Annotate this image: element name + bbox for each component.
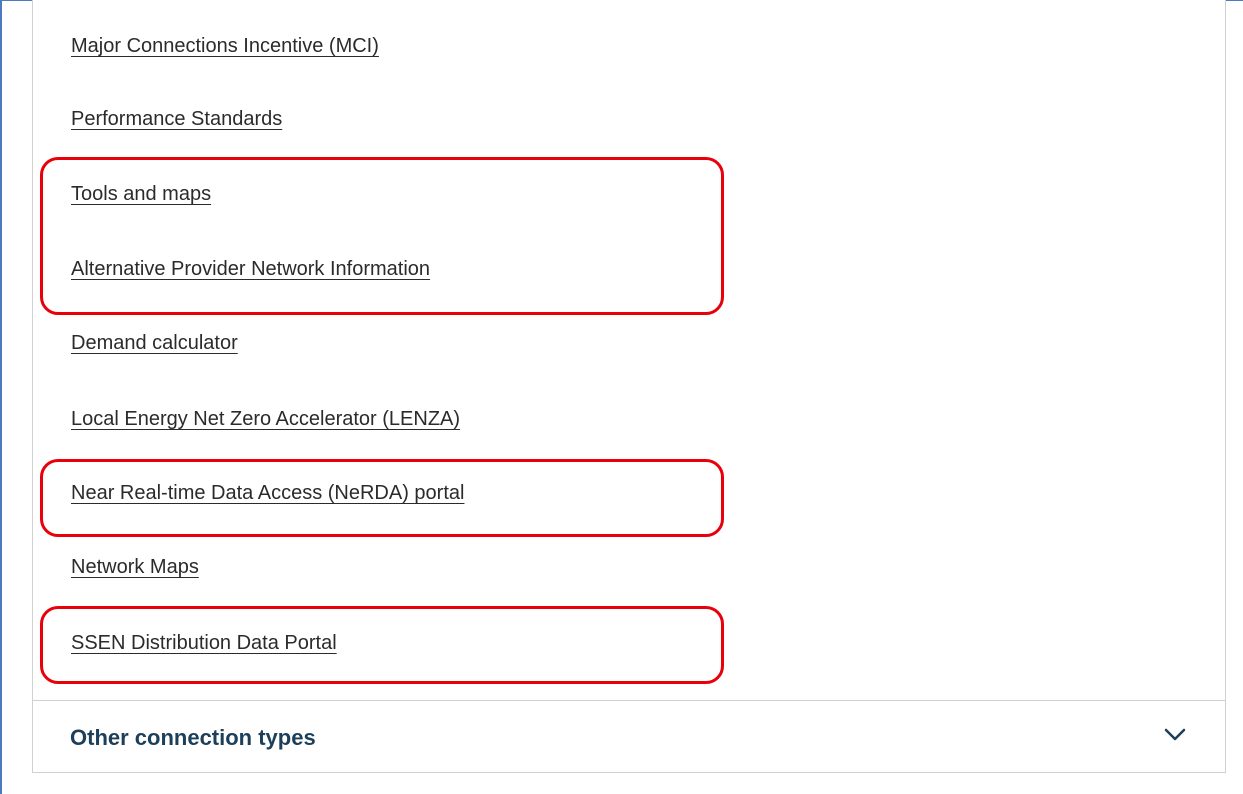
- accordion-header-other-connection-types[interactable]: Other connection types: [33, 701, 1225, 773]
- highlight-box-nerda: [40, 459, 724, 537]
- highlight-box-tools-group: [40, 157, 724, 315]
- link-network-maps[interactable]: Network Maps: [71, 556, 199, 579]
- chevron-down-icon[interactable]: [1164, 728, 1186, 742]
- accordion-content: Major Connections Incentive (MCI) Perfor…: [33, 0, 1225, 701]
- link-lenza[interactable]: Local Energy Net Zero Accelerator (LENZA…: [71, 408, 460, 431]
- link-major-connections-incentive[interactable]: Major Connections Incentive (MCI): [71, 35, 379, 58]
- accordion-title: Other connection types: [70, 725, 316, 750]
- screenshot-frame-left: [0, 0, 2, 794]
- link-performance-standards[interactable]: Performance Standards: [71, 108, 282, 131]
- highlight-box-ssen: [40, 606, 724, 684]
- link-demand-calculator[interactable]: Demand calculator: [71, 332, 238, 355]
